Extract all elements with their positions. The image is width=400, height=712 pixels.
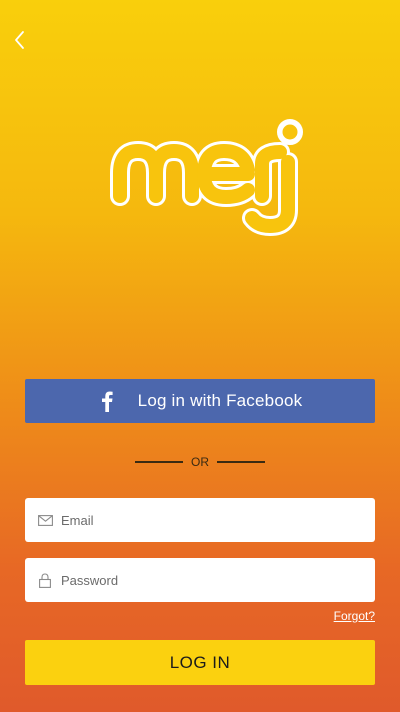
facebook-login-button[interactable]: Log in with Facebook (25, 379, 375, 423)
or-label: OR (191, 455, 209, 469)
merj-logo (110, 119, 303, 236)
email-field[interactable] (25, 498, 375, 542)
login-screen: Log in with Facebook OR Forgot? LOG IN (0, 0, 400, 712)
password-input[interactable] (61, 565, 351, 595)
or-divider: OR (135, 452, 265, 472)
divider-line-left (135, 461, 183, 463)
envelope-icon (37, 512, 53, 528)
chevron-left-icon (15, 31, 24, 49)
forgot-password-link[interactable]: Forgot? (334, 609, 375, 623)
facebook-login-label: Log in with Facebook (137, 391, 303, 410)
password-field[interactable] (25, 558, 375, 602)
lock-icon (37, 572, 53, 588)
facebook-icon (98, 389, 116, 413)
back-button[interactable] (8, 28, 32, 52)
login-button[interactable]: LOG IN (25, 640, 375, 685)
divider-line-right (217, 461, 265, 463)
email-input[interactable] (61, 505, 351, 535)
